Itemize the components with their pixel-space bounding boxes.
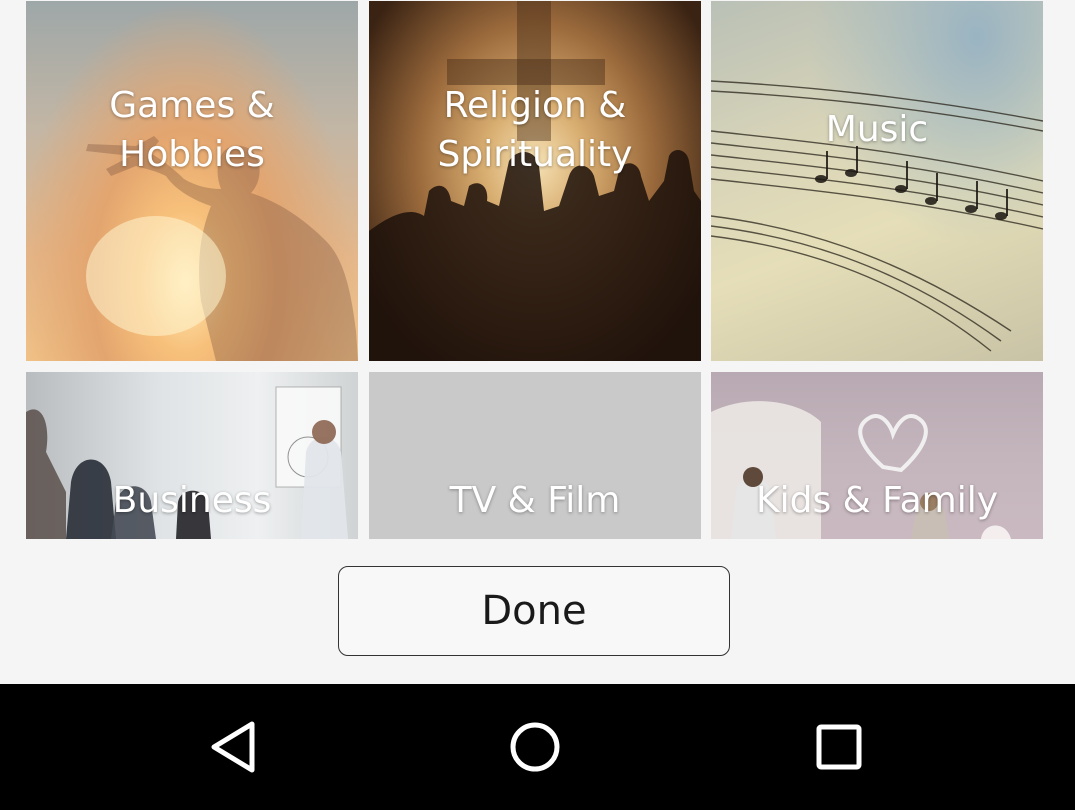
label-line: Games & — [109, 85, 275, 126]
games-hobbies-image — [26, 1, 358, 361]
category-tile-business[interactable]: Business — [26, 372, 358, 539]
category-label-games-hobbies: Games & Hobbies — [26, 81, 358, 179]
music-sheet-image — [711, 1, 1043, 361]
system-navigation-bar — [0, 684, 1075, 810]
category-tile-games-hobbies[interactable]: Games & Hobbies — [26, 1, 358, 361]
recents-button[interactable] — [804, 714, 874, 780]
category-label-business: Business — [26, 476, 358, 525]
crowd-and-cross-silhouette — [369, 1, 701, 361]
category-label-kids-family: Kids & Family — [711, 476, 1043, 525]
label-line: TV & Film — [449, 480, 621, 521]
category-tile-religion-spirituality[interactable]: Religion & Spirituality — [369, 1, 701, 361]
category-label-religion-spirituality: Religion & Spirituality — [369, 81, 701, 179]
label-line: Music — [825, 109, 929, 150]
category-label-music: Music — [711, 105, 1043, 154]
category-label-tv-film: TV & Film — [369, 476, 701, 525]
person-with-toy-plane-silhouette — [86, 136, 358, 361]
sheet-music-staves — [711, 80, 1043, 352]
label-line: Business — [112, 480, 272, 521]
done-button[interactable]: Done — [338, 566, 730, 656]
category-picker-screen: Games & Hobbies Religion & Spirituality — [0, 0, 1075, 810]
category-tile-music[interactable]: Music — [711, 1, 1043, 361]
home-button[interactable] — [500, 714, 570, 780]
label-line: Hobbies — [119, 134, 265, 175]
religion-spirituality-image — [369, 1, 701, 361]
home-circle-icon — [510, 722, 560, 772]
category-tile-kids-family[interactable]: Kids & Family — [711, 372, 1043, 539]
label-line: Kids & Family — [755, 480, 998, 521]
back-triangle-icon — [211, 721, 255, 773]
recents-square-icon — [816, 724, 862, 770]
category-tile-tv-film[interactable]: TV & Film — [369, 372, 701, 539]
label-line: Spirituality — [437, 134, 633, 175]
back-button[interactable] — [198, 714, 268, 780]
label-line: Religion & — [443, 85, 627, 126]
